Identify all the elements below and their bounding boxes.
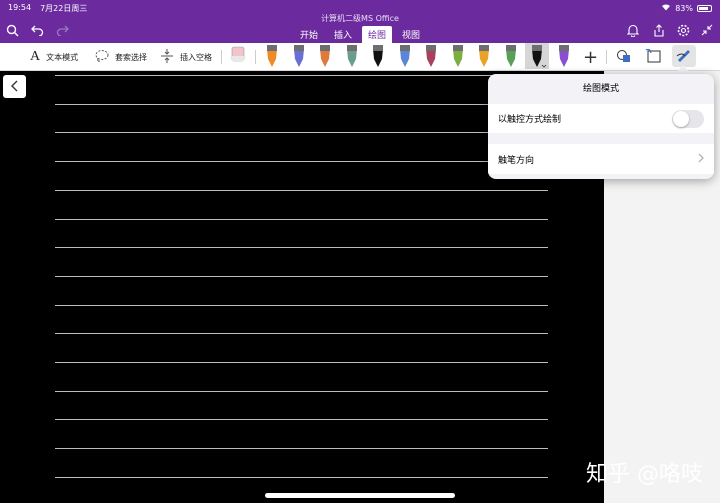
- pen-direction-label: 触笔方向: [498, 155, 535, 166]
- battery-percent: 83%: [675, 3, 693, 13]
- shapes-button[interactable]: [616, 47, 632, 67]
- toolbar-divider: [255, 50, 256, 64]
- tab-view[interactable]: 视图: [396, 26, 426, 44]
- pen-icon[interactable]: [397, 43, 413, 69]
- chevron-left-icon: [10, 77, 19, 96]
- draw-with-touch-button[interactable]: [672, 45, 696, 67]
- toolbar-divider: [221, 50, 222, 64]
- gear-icon[interactable]: [675, 22, 691, 38]
- insert-space-icon: [160, 48, 174, 66]
- battery-fill: [699, 6, 709, 10]
- draw-with-touch-toggle[interactable]: [672, 110, 704, 128]
- ruled-line: [55, 333, 548, 335]
- watermark: 知乎 @咯吱: [586, 462, 703, 487]
- share-icon[interactable]: [650, 22, 666, 38]
- pen-icon[interactable]: [503, 43, 519, 69]
- plus-icon: +: [583, 46, 599, 68]
- ruled-line: [55, 275, 548, 277]
- ruled-line: [55, 419, 548, 421]
- highlighter-icon[interactable]: [264, 43, 280, 69]
- text-cursor-icon: A: [30, 49, 41, 64]
- pen-icon[interactable]: [423, 43, 439, 69]
- toggle-knob: [673, 111, 689, 127]
- draw-toolbar: A 文本模式 套索选择 插入空格 +: [0, 43, 720, 71]
- pen-icon[interactable]: [556, 43, 572, 69]
- tab-draw[interactable]: 绘图: [362, 26, 393, 44]
- drawing-mode-popover: 绘图模式 以触控方式绘制 触笔方向: [488, 74, 714, 179]
- tab-insert[interactable]: 插入: [328, 26, 358, 44]
- ruled-line: [55, 189, 548, 191]
- ruled-line: [55, 218, 548, 220]
- popover-title: 绘图模式: [582, 84, 619, 94]
- status-bar-right: 83%: [661, 3, 712, 13]
- ruled-line: [55, 161, 548, 163]
- home-indicator: [265, 493, 455, 498]
- ribbon-tabs: 开始 插入 绘图 视图: [0, 26, 720, 44]
- tab-home[interactable]: 开始: [294, 26, 324, 44]
- draw-with-touch-row[interactable]: 以触控方式绘制: [488, 104, 714, 133]
- battery-icon: [697, 4, 712, 12]
- ruled-line: [55, 448, 548, 450]
- ruled-line: [55, 476, 548, 478]
- eraser-icon[interactable]: [230, 43, 246, 69]
- ruled-line: [55, 103, 548, 105]
- add-pen-button[interactable]: +: [583, 46, 599, 68]
- wifi-icon: [661, 3, 671, 13]
- ruled-line: [55, 304, 548, 306]
- insert-space-label: 插入空格: [180, 52, 212, 62]
- bell-icon[interactable]: [625, 22, 641, 38]
- ruled-line: [55, 132, 548, 134]
- draw-with-touch-label: 以触控方式绘制: [498, 115, 562, 125]
- collapse-icon[interactable]: [699, 22, 715, 38]
- pen-icon[interactable]: [291, 43, 307, 69]
- toolbar-divider: [606, 50, 607, 64]
- back-button[interactable]: [3, 75, 26, 98]
- draw-touch-icon: [676, 48, 692, 64]
- ruled-line: [55, 247, 548, 249]
- onenote-app: 19:54 7月22日周三 83% 计算机二级MS Office 开始 插入 绘…: [0, 0, 720, 503]
- ruled-line: [55, 75, 548, 76]
- pen-icon[interactable]: [370, 43, 386, 69]
- title-bar: 19:54 7月22日周三 83% 计算机二级MS Office 开始 插入 绘…: [0, 0, 720, 44]
- insert-space-button[interactable]: 插入空格: [160, 47, 212, 67]
- pen-icon[interactable]: [317, 43, 333, 69]
- shapes-icon: [616, 49, 632, 65]
- lasso-select-label: 套索选择: [115, 52, 147, 62]
- lasso-select-button[interactable]: 套索选择: [95, 47, 147, 67]
- ink-to-shape-button[interactable]: [645, 47, 663, 67]
- ruled-line: [55, 390, 548, 392]
- text-mode-label: 文本模式: [46, 52, 79, 62]
- ink-to-shape-icon: [645, 48, 663, 66]
- pen-icon[interactable]: [344, 43, 360, 69]
- chevron-right-icon: [698, 153, 704, 166]
- ruled-line: [55, 362, 548, 363]
- lasso-icon: [95, 49, 109, 65]
- pen-icon[interactable]: [525, 43, 549, 69]
- document-title: 计算机二级MS Office: [321, 14, 399, 23]
- pen-icon[interactable]: [450, 43, 466, 69]
- text-mode-button[interactable]: A 文本模式: [30, 47, 78, 67]
- pen-direction-row[interactable]: 触笔方向: [488, 144, 714, 174]
- pen-icon[interactable]: [476, 43, 492, 69]
